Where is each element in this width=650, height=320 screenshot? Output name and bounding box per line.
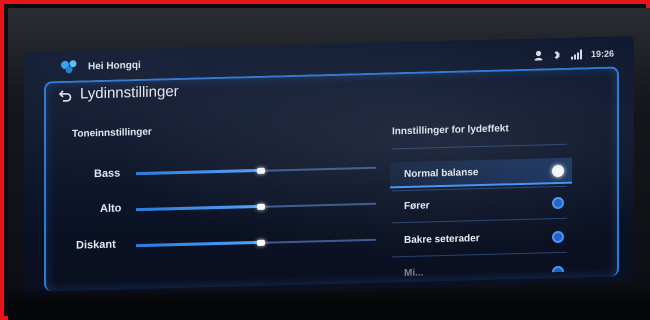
bass-label: Bass (94, 167, 121, 181)
infotainment-screen: Hei Hongqi 19:26 Lydinnstillinger Tonein… (24, 36, 634, 299)
option-label: Bakre seterader (404, 233, 480, 247)
display-bezel: Hei Hongqi 19:26 Lydinnstillinger Tonein… (8, 8, 650, 320)
slider-fill (136, 240, 261, 248)
clock: 19:26 (590, 48, 614, 60)
option-driver[interactable]: Fører (390, 190, 572, 221)
option-rear-seats[interactable]: Bakre seterader (390, 224, 572, 255)
screenshot-frame: Hei Hongqi 19:26 Lydinnstillinger Tonein… (0, 0, 650, 320)
slider-thumb[interactable] (256, 239, 265, 246)
status-icons: 19:26 (534, 49, 614, 61)
page-title: Lydinnstillinger (80, 82, 179, 103)
back-arrow-icon[interactable] (58, 89, 72, 103)
option-label: Mi... (404, 267, 424, 277)
user-icon (534, 50, 543, 61)
radio-button[interactable] (552, 230, 564, 244)
treble-label: Diskant (76, 238, 116, 252)
signal-icon (570, 49, 582, 60)
slider-thumb[interactable] (256, 167, 265, 174)
radio-button[interactable] (552, 196, 564, 210)
slider-thumb[interactable] (256, 203, 265, 210)
dashboard-trim (8, 288, 650, 320)
option-label: Fører (404, 200, 430, 213)
slider-fill (136, 168, 261, 176)
radio-button[interactable] (552, 164, 564, 178)
slider-fill (136, 204, 261, 212)
option-label: Normal balanse (404, 167, 479, 181)
option-normal-balance[interactable]: Normal balanse (390, 157, 572, 189)
alto-label: Alto (100, 202, 122, 216)
bluetooth-icon (554, 50, 560, 60)
greeting-text: Hei Hongqi (88, 59, 141, 73)
assistant-logo-icon[interactable] (60, 60, 80, 75)
tone-settings-heading: Toneinnstillinger (72, 126, 152, 140)
